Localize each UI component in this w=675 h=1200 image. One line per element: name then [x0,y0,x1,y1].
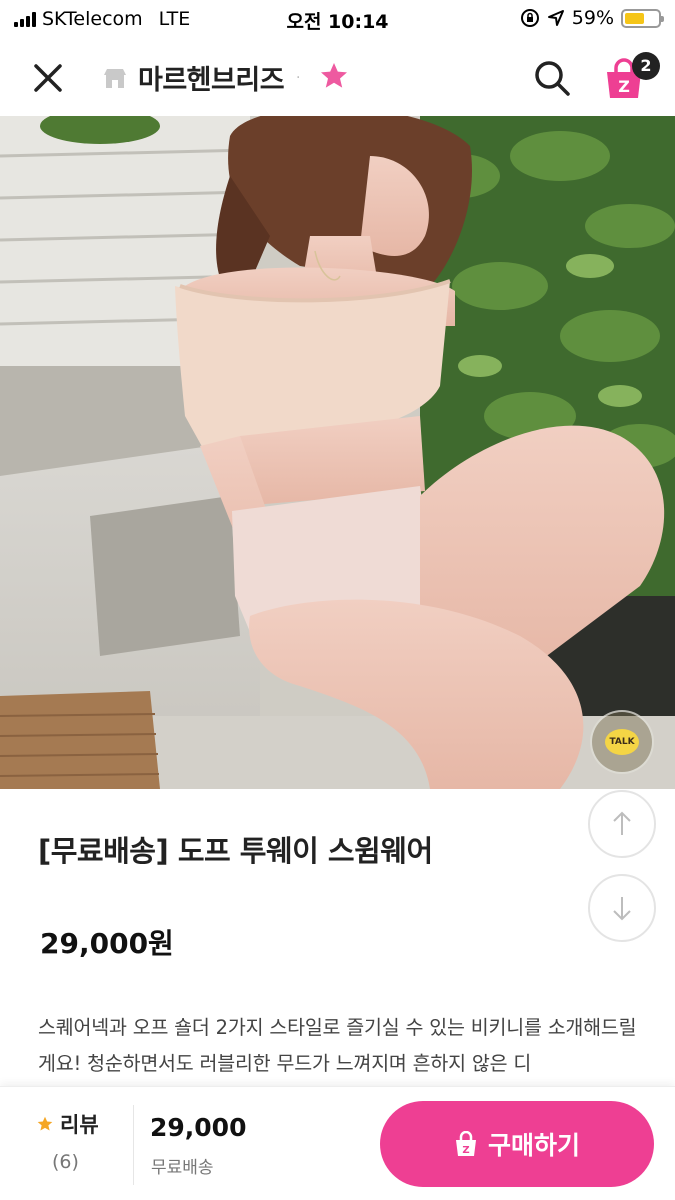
favorite-star-icon[interactable] [318,60,350,92]
cart-button[interactable]: Z 2 [600,52,662,102]
product-image[interactable]: TALK [0,116,675,789]
status-right: 59% [520,7,664,29]
bar-price: 29,000 [150,1113,247,1142]
search-icon[interactable] [530,56,574,100]
review-button[interactable]: 리뷰 (6) [36,1109,116,1173]
title-dot: · [296,69,301,86]
product-title: [무료배송] 도프 투웨이 스윔웨어 [38,834,433,868]
buy-button-label: 구매하기 [487,1131,580,1160]
rotation-lock-icon [520,9,539,27]
review-label-row: 리뷰 [36,1109,116,1139]
review-star-icon [37,1116,53,1131]
product-price: 29,000원 [40,927,174,960]
app-header: 마르헨브리즈 · Z 2 [0,38,675,116]
product-description: 스퀘어넥과 오프 숄더 2가지 스타일로 즐기실 수 있는 비키니를 소개해드릴… [38,1016,637,1075]
close-icon[interactable] [28,58,68,98]
talk-icon: TALK [605,729,639,755]
shopping-bag-icon: Z [455,1131,476,1156]
bar-divider [133,1105,134,1185]
shop-icon [104,68,126,88]
scroll-up-button[interactable] [588,790,656,858]
battery-percent: 59% [571,7,614,29]
review-label: 리뷰 [60,1113,99,1137]
review-count: (6) [52,1151,79,1173]
shop-title: 마르헨브리즈 [138,65,285,96]
status-bar: SKTelecom LTE 오전 10:14 59% [0,0,675,38]
bottom-purchase-bar: 리뷰 (6) 29,000 무료배송 Z 구매하기 [0,1086,675,1200]
scroll-down-button[interactable] [588,874,656,942]
talk-chat-button[interactable]: TALK [590,710,654,774]
battery-level [625,12,644,24]
arrow-down-icon [613,897,631,921]
location-icon [547,10,564,26]
arrow-up-icon [613,811,631,835]
product-photo [0,116,675,789]
svg-text:Z: Z [618,77,630,96]
svg-text:Z: Z [462,1145,469,1156]
battery-icon [621,8,664,28]
shop-name-link[interactable]: 마르헨브리즈 · [102,58,301,97]
cart-count-badge: 2 [632,52,660,80]
buy-button[interactable]: Z 구매하기 [380,1101,654,1187]
bar-shipping: 무료배송 [151,1158,214,1178]
